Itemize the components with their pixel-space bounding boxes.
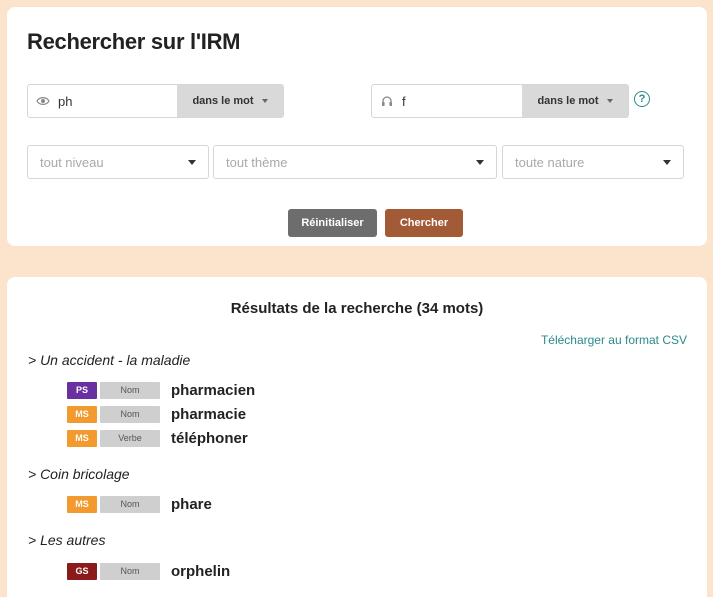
list-item[interactable]: PS Nom pharmacien <box>67 381 255 399</box>
category-badge: Verbe <box>100 429 160 447</box>
group-heading: > Un accident - la maladie <box>28 352 191 368</box>
word-label[interactable]: phare <box>171 496 212 513</box>
level-badge: PS <box>67 381 97 399</box>
page-title: Rechercher sur l'IRM <box>27 29 241 54</box>
phoneme-mode-dropdown[interactable]: dans le mot <box>522 85 628 117</box>
level-badge: MS <box>67 429 97 447</box>
help-icon[interactable]: ? <box>634 91 650 107</box>
results-panel: Résultats de la recherche (34 mots) Télé… <box>7 277 707 597</box>
group-heading: > Les autres <box>28 532 106 548</box>
list-item[interactable]: GS Nom orphelin <box>67 562 230 580</box>
reset-button[interactable]: Réinitialiser <box>288 209 377 237</box>
theme-select[interactable]: tout thème <box>213 145 497 179</box>
word-label[interactable]: pharmacien <box>171 382 255 399</box>
list-item[interactable]: MS Nom pharmacie <box>67 405 246 423</box>
eye-icon <box>28 85 58 117</box>
word-label[interactable]: pharmacie <box>171 406 246 423</box>
word-label[interactable]: téléphoner <box>171 430 248 447</box>
level-badge: GS <box>67 562 97 580</box>
category-badge: Nom <box>100 562 160 580</box>
phoneme-search-field: dans le mot <box>371 84 629 118</box>
grapheme-input[interactable] <box>58 85 177 117</box>
chevron-down-icon <box>476 159 484 165</box>
search-panel: Rechercher sur l'IRM dans le mot dans le… <box>7 7 707 246</box>
chevron-down-icon <box>663 159 671 165</box>
category-badge: Nom <box>100 495 160 513</box>
nature-select-label: toute nature <box>515 154 585 170</box>
search-button[interactable]: Chercher <box>385 209 463 237</box>
level-select-label: tout niveau <box>40 154 104 170</box>
level-badge: MS <box>67 405 97 423</box>
category-badge: Nom <box>100 405 160 423</box>
results-title: Résultats de la recherche (34 mots) <box>230 300 484 317</box>
chevron-down-icon <box>261 99 268 103</box>
level-select[interactable]: tout niveau <box>27 145 209 179</box>
phoneme-input[interactable] <box>402 85 522 117</box>
group-heading: > Coin bricolage <box>28 466 130 482</box>
phoneme-mode-label: dans le mot <box>537 95 599 107</box>
list-item[interactable]: MS Nom phare <box>67 495 212 513</box>
headphones-icon <box>372 85 402 117</box>
list-item[interactable]: MS Verbe téléphoner <box>67 429 248 447</box>
download-csv-link[interactable]: Télécharger au format CSV <box>541 333 687 347</box>
chevron-down-icon <box>606 99 613 103</box>
category-badge: Nom <box>100 381 160 399</box>
theme-select-label: tout thème <box>226 154 288 170</box>
grapheme-search-field: dans le mot <box>27 84 284 118</box>
chevron-down-icon <box>188 159 196 165</box>
level-badge: MS <box>67 495 97 513</box>
nature-select[interactable]: toute nature <box>502 145 684 179</box>
grapheme-mode-dropdown[interactable]: dans le mot <box>177 85 283 117</box>
word-label[interactable]: orphelin <box>171 563 230 580</box>
grapheme-mode-label: dans le mot <box>192 95 254 107</box>
